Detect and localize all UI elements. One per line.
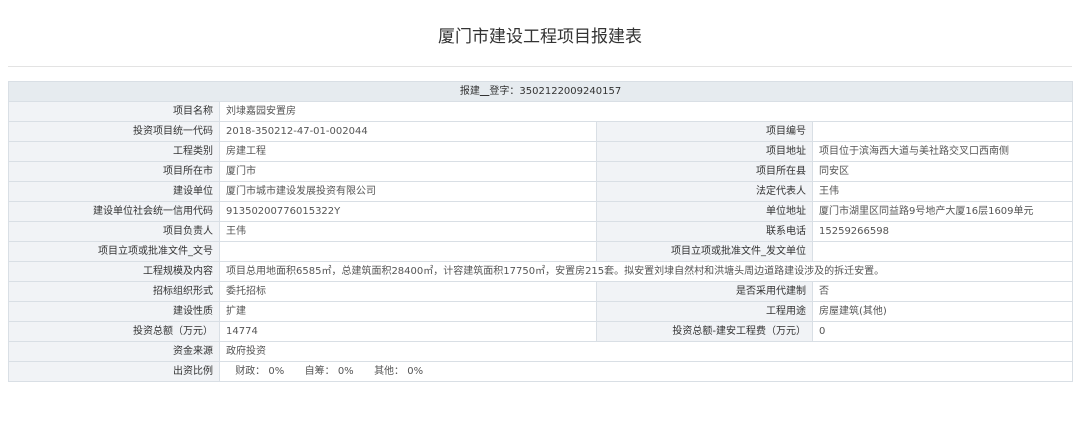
field-value: 房建工程 xyxy=(219,141,597,162)
field-value xyxy=(811,121,1074,142)
field-value: 0 xyxy=(811,321,1074,342)
field-value: 否 xyxy=(811,281,1074,302)
field-value: 王伟 xyxy=(219,221,597,242)
field-label: 建设单位社会统一信用代码 xyxy=(8,201,220,222)
field-value: 厦门市 xyxy=(219,161,597,182)
registration-number-value: 3502122009240157 xyxy=(519,86,622,97)
table-header-row: 报建 登字：3502122009240157 xyxy=(7,81,1074,102)
field-value: 扩建 xyxy=(219,301,597,322)
table-row: 项目负责人 王伟 联系电话 15259266598 xyxy=(8,221,1074,242)
field-value: 2018-350212-47-01-002044 xyxy=(219,121,597,142)
page-title: 厦门市建设工程项目报建表 xyxy=(438,27,642,47)
field-label: 投资总额（万元） xyxy=(8,321,220,342)
field-value: 房屋建筑(其他) xyxy=(811,301,1074,322)
field-value xyxy=(219,241,597,262)
field-value xyxy=(811,241,1074,262)
ratio-name: 其他： xyxy=(374,366,405,377)
project-info-table: 报建 登字：3502122009240157 项目名称 刘埭嘉园安置房 投资项目… xyxy=(7,81,1074,382)
field-label: 法定代表人 xyxy=(596,181,813,202)
field-value: 项目总用地面积6585㎡，总建筑面积28400㎡，计容建筑面积17750㎡，安置… xyxy=(218,261,1074,282)
field-value: 厦门市湖里区同益路9号地产大厦16层1609单元 xyxy=(811,201,1074,222)
table-row: 建设性质 扩建 工程用途 房屋建筑(其他) xyxy=(8,301,1074,322)
registration-blank xyxy=(480,86,490,97)
field-label: 项目所在市 xyxy=(8,161,220,182)
field-label: 投资总额-建安工程费（万元） xyxy=(596,321,813,342)
table-row: 出资比例 财政： 0% 自筹： 0% 其他： 0% xyxy=(8,361,1074,382)
field-value: 15259266598 xyxy=(811,221,1074,242)
field-label: 建设性质 xyxy=(8,301,220,322)
field-value: 王伟 xyxy=(811,181,1074,202)
field-value: 项目位于滨海西大道与美社路交叉口西南侧 xyxy=(811,141,1074,162)
table-row: 资金来源 政府投资 xyxy=(8,341,1074,362)
field-label: 招标组织形式 xyxy=(8,281,220,302)
field-value: 委托招标 xyxy=(219,281,597,302)
field-label: 项目名称 xyxy=(8,101,220,122)
field-label: 联系电话 xyxy=(596,221,813,242)
field-label: 项目编号 xyxy=(596,121,813,142)
field-label: 工程类别 xyxy=(8,141,220,162)
table-row: 项目名称 刘埭嘉园安置房 xyxy=(8,101,1074,122)
table-row: 项目立项或批准文件_文号 项目立项或批准文件_发文单位 xyxy=(8,241,1074,262)
table-row: 工程类别 房建工程 项目地址 项目位于滨海西大道与美社路交叉口西南侧 xyxy=(8,141,1074,162)
table-row: 工程规模及内容 项目总用地面积6585㎡，总建筑面积28400㎡，计容建筑面积1… xyxy=(8,261,1074,282)
field-value: 14774 xyxy=(219,321,597,342)
field-value: 政府投资 xyxy=(218,341,1074,362)
table-row: 建设单位 厦门市城市建设发展投资有限公司 法定代表人 王伟 xyxy=(8,181,1074,202)
field-label: 投资项目统一代码 xyxy=(8,121,220,142)
field-label: 出资比例 xyxy=(8,361,220,382)
table-row: 招标组织形式 委托招标 是否采用代建制 否 xyxy=(8,281,1074,302)
table-row: 建设单位社会统一信用代码 91350200776015322Y 单位地址 厦门市… xyxy=(8,201,1074,222)
field-label: 资金来源 xyxy=(8,341,220,362)
table-row: 项目所在市 厦门市 项目所在县 同安区 xyxy=(8,161,1074,182)
ratio-name: 财政： xyxy=(235,366,266,377)
ratio-value: 0% xyxy=(337,366,354,377)
field-label: 项目地址 xyxy=(596,141,813,162)
ratio-name: 自筹： xyxy=(304,366,335,377)
field-label: 项目负责人 xyxy=(8,221,220,242)
field-value: 刘埭嘉园安置房 xyxy=(218,101,1074,122)
field-label: 项目所在县 xyxy=(596,161,813,182)
field-value: 同安区 xyxy=(811,161,1074,182)
registration-number: 报建 登字：3502122009240157 xyxy=(7,81,1074,102)
table-row: 投资项目统一代码 2018-350212-47-01-002044 项目编号 xyxy=(8,121,1074,142)
field-value: 厦门市城市建设发展投资有限公司 xyxy=(219,181,597,202)
funding-ratio-value: 财政： 0% 自筹： 0% 其他： 0% xyxy=(218,361,1074,382)
field-label: 工程规模及内容 xyxy=(8,261,220,282)
field-label: 工程用途 xyxy=(596,301,813,322)
registration-middle: 登字 xyxy=(489,86,510,97)
title-divider xyxy=(8,66,1072,67)
ratio-value: 0% xyxy=(407,366,424,377)
field-label: 建设单位 xyxy=(8,181,220,202)
field-label: 项目立项或批准文件_文号 xyxy=(8,241,220,262)
ratio-value: 0% xyxy=(268,366,285,377)
field-label: 单位地址 xyxy=(596,201,813,222)
registration-prefix: 报建 xyxy=(459,86,480,97)
field-label: 是否采用代建制 xyxy=(596,281,813,302)
table-row: 投资总额（万元） 14774 投资总额-建安工程费（万元） 0 xyxy=(8,321,1074,342)
field-value: 91350200776015322Y xyxy=(219,201,597,222)
field-label: 项目立项或批准文件_发文单位 xyxy=(596,241,813,262)
